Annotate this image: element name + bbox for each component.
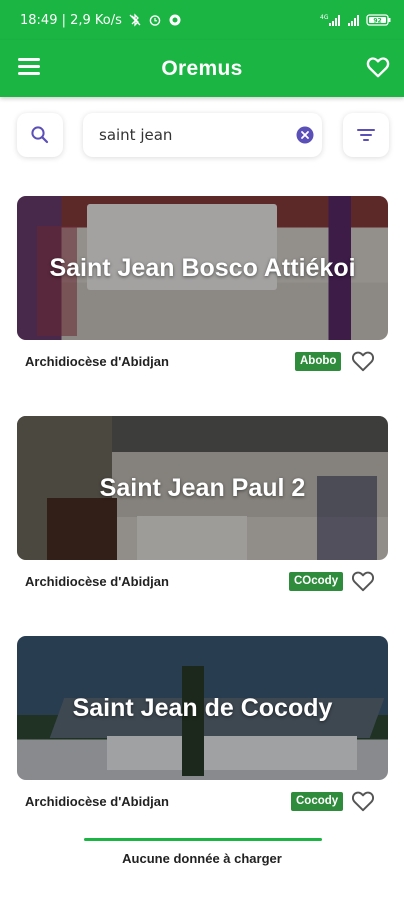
parish-photo[interactable]: Saint Jean de Cocody <box>17 636 388 780</box>
signal-icon <box>348 15 359 26</box>
status-bar: 18:49 | 2,9 Ko/s 4G 92 <box>0 0 404 40</box>
no-more-data-message: Aucune donnée à charger <box>122 851 282 866</box>
status-right: 4G 92 <box>320 13 392 27</box>
app-title: Oremus <box>161 56 243 80</box>
search-row <box>0 113 404 159</box>
heart-outline-icon[interactable] <box>350 788 376 814</box>
loading-indicator <box>84 838 322 841</box>
card-meta: Archidiocèse d'Abidjan Abobo <box>17 340 388 382</box>
filter-icon <box>357 129 375 141</box>
parish-diocese: Archidiocèse d'Abidjan <box>25 794 169 809</box>
menu-icon[interactable] <box>18 58 40 78</box>
parish-photo[interactable]: Saint Jean Bosco Attiékoi <box>17 196 388 340</box>
network-type-label: 4G <box>320 14 329 21</box>
parish-diocese: Archidiocèse d'Abidjan <box>25 354 169 369</box>
parish-photo[interactable]: Saint Jean Paul 2 <box>17 416 388 560</box>
heart-outline-icon[interactable] <box>350 568 376 594</box>
commune-badge: Abobo <box>295 352 342 371</box>
bluetooth-off-icon <box>129 13 141 27</box>
signal-4g-icon: 4G <box>320 14 340 26</box>
parish-card[interactable]: Saint Jean Paul 2 Archidiocèse d'Abidjan… <box>17 416 388 602</box>
heart-outline-icon[interactable] <box>365 54 391 80</box>
notification-dot-icon <box>169 14 181 26</box>
parish-name: Saint Jean Paul 2 <box>99 473 306 502</box>
parish-diocese: Archidiocèse d'Abidjan <box>25 574 169 589</box>
battery-icon: 92 <box>366 14 391 26</box>
battery-level: 92 <box>373 17 381 24</box>
commune-badge: Cocody <box>291 792 344 811</box>
app-bar: Oremus <box>0 40 404 97</box>
parish-name: Saint Jean Bosco Attiékoi <box>49 253 356 282</box>
alarm-icon <box>149 15 161 26</box>
status-left: 18:49 | 2,9 Ko/s <box>20 13 182 28</box>
card-meta: Archidiocèse d'Abidjan COcody <box>17 560 388 602</box>
search-icon <box>31 126 49 144</box>
parish-card[interactable]: Saint Jean de Cocody Archidiocèse d'Abid… <box>17 636 388 822</box>
search-field[interactable] <box>83 113 322 157</box>
card-meta: Archidiocèse d'Abidjan Cocody <box>17 780 388 822</box>
filter-button[interactable] <box>343 113 389 157</box>
parish-card[interactable]: Saint Jean Bosco Attiékoi Archidiocèse d… <box>17 196 388 382</box>
search-input[interactable] <box>99 126 279 144</box>
commune-badge: COcody <box>289 572 344 591</box>
heart-outline-icon[interactable] <box>350 348 376 374</box>
status-time-speed: 18:49 | 2,9 Ko/s <box>20 12 122 28</box>
clear-circle-icon[interactable] <box>296 126 314 144</box>
search-button[interactable] <box>17 113 63 157</box>
parish-name: Saint Jean de Cocody <box>72 693 333 722</box>
